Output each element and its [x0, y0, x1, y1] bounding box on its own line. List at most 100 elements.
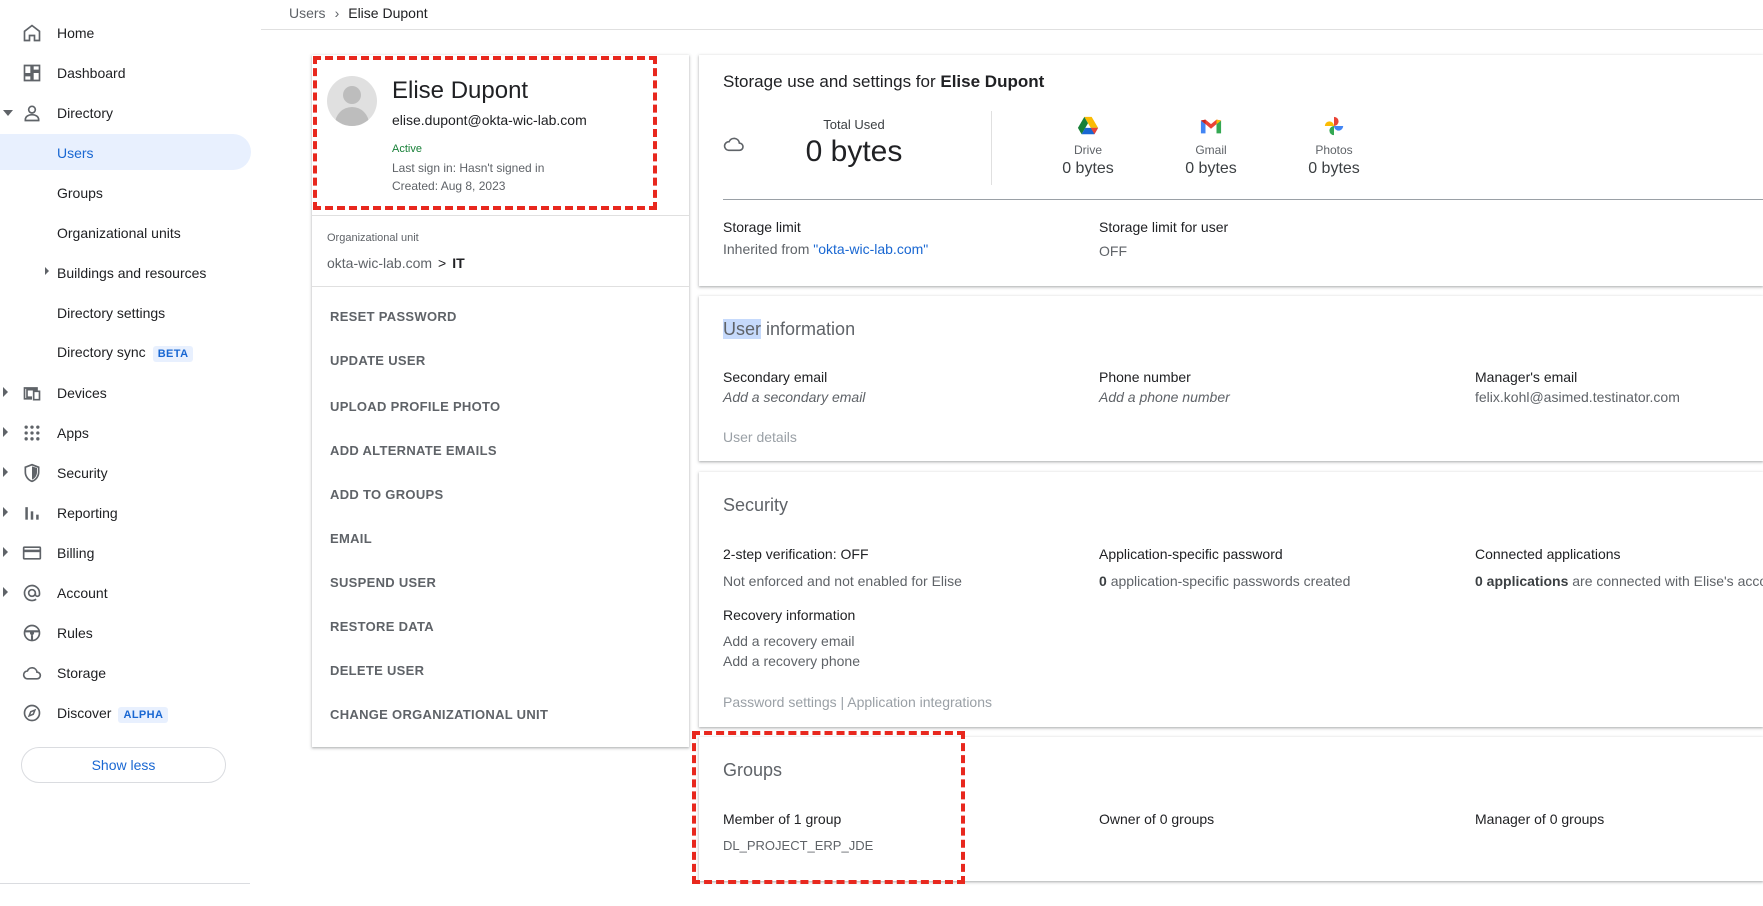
connected-apps-count: 0 applications [1475, 573, 1569, 589]
user-information-card: User information Secondary email Add a s… [699, 296, 1763, 461]
gmail-icon [1200, 119, 1222, 134]
sidebar-item-directory[interactable]: Directory [0, 94, 250, 130]
security-footer-links[interactable]: Password settings | Application integrat… [723, 694, 992, 710]
sidebar-item-label: Rules [57, 625, 93, 641]
sidebar-item-groups[interactable]: Groups [0, 174, 251, 210]
created-date: Created: Aug 8, 2023 [392, 179, 506, 193]
sidebar-item-label: Devices [57, 385, 107, 401]
at-sign-icon [23, 584, 41, 602]
groups-card: Groups Member of 1 group DL_PROJECT_ERP_… [699, 737, 1763, 881]
sidebar-item-rules[interactable]: Rules [0, 614, 250, 650]
gmail-label: Gmail [1195, 143, 1227, 157]
home-icon [23, 24, 41, 42]
group-item[interactable]: DL_PROJECT_ERP_JDE [723, 838, 873, 853]
storage-card: Storage use and settings for Elise Dupon… [699, 55, 1763, 286]
avatar-head-icon [343, 86, 361, 104]
two-step-verification[interactable]: 2-step verification: OFF [723, 546, 869, 562]
email-button[interactable]: EMAIL [330, 525, 670, 553]
sidebar-item-home[interactable]: Home [0, 14, 250, 50]
breadcrumb-users-link[interactable]: Users [289, 5, 326, 21]
beta-badge: BETA [152, 346, 194, 362]
sidebar-item-buildings-and-resources[interactable]: Buildings and resources [0, 254, 251, 290]
divider [312, 286, 689, 287]
title-highlight: User [723, 319, 762, 339]
sidebar-item-dashboard[interactable]: Dashboard [0, 54, 250, 90]
show-less-button[interactable]: Show less [21, 747, 226, 783]
reset-password-button[interactable]: RESET PASSWORD [330, 303, 670, 331]
sidebar-item-discover[interactable]: Discover ALPHA [0, 694, 250, 730]
delete-user-button[interactable]: DELETE USER [330, 657, 670, 685]
ou-path: okta-wic-lab.com > IT [327, 255, 465, 271]
change-organizational-unit-button[interactable]: CHANGE ORGANIZATIONAL UNIT [330, 701, 670, 729]
sidebar-item-security[interactable]: Security [0, 454, 250, 490]
phone-number-field[interactable]: Add a phone number [1099, 389, 1230, 405]
cloud-icon [22, 667, 42, 680]
sidebar-item-devices[interactable]: Devices [0, 374, 250, 410]
chevron-right-icon [3, 467, 8, 477]
shield-icon [24, 463, 40, 483]
total-used-value: 0 bytes [805, 135, 903, 168]
apps-grid-icon [24, 425, 40, 441]
person-icon [24, 105, 40, 122]
sidebar-item-label: Buildings and resources [57, 265, 207, 281]
recovery-info-label: Recovery information [723, 607, 856, 623]
app-password-label: Application-specific password [1099, 546, 1283, 562]
sidebar-item-directory-sync[interactable]: Directory sync BETA [0, 333, 251, 369]
add-recovery-phone[interactable]: Add a recovery phone [723, 653, 860, 669]
photos-label: Photos [1315, 143, 1353, 157]
sidebar-item-billing[interactable]: Billing [0, 534, 250, 570]
storage-title-name: Elise Dupont [940, 72, 1045, 91]
breadcrumb: Users › Elise Dupont [289, 5, 428, 21]
chevron-right-icon: › [334, 5, 340, 21]
ou-separator: > [438, 255, 447, 271]
security-card: Security 2-step verification: OFF Not en… [699, 472, 1763, 727]
sidebar-item-label: Security [57, 465, 108, 481]
sidebar-item-label: Organizational units [57, 225, 181, 241]
ou-label: Organizational unit [327, 232, 419, 244]
inherited-domain-link[interactable]: "okta-wic-lab.com" [813, 241, 928, 257]
storage-limit-inherited: Inherited from "okta-wic-lab.com" [723, 241, 928, 257]
drive-label: Drive [1073, 143, 1102, 157]
divider [312, 215, 689, 216]
sidebar-item-label: Groups [57, 185, 103, 201]
breadcrumb-current: Elise Dupont [348, 5, 428, 21]
sidebar-item-users[interactable]: Users [0, 134, 251, 170]
sidebar-item-label: Directory settings [57, 305, 166, 321]
avatar[interactable] [327, 76, 377, 126]
status-badge: Active [392, 143, 422, 155]
sidebar-divider [0, 883, 250, 884]
add-to-groups-button[interactable]: ADD TO GROUPS [330, 481, 670, 509]
user-storage-limit-value[interactable]: OFF [1099, 243, 1127, 259]
upload-profile-photo-button[interactable]: UPLOAD PROFILE PHOTO [330, 393, 670, 421]
gmail-usage: Gmail 0 bytes [1166, 115, 1256, 178]
add-alternate-emails-button[interactable]: ADD ALTERNATE EMAILS [330, 437, 670, 465]
suspend-user-button[interactable]: SUSPEND USER [330, 569, 670, 597]
manager-email-label: Manager's email [1475, 369, 1578, 385]
sidebar-item-reporting[interactable]: Reporting [0, 494, 250, 530]
secondary-email-label: Secondary email [723, 369, 828, 385]
restore-data-button[interactable]: RESTORE DATA [330, 613, 670, 641]
sidebar-item-label: Billing [57, 545, 95, 561]
sidebar-item-label: Apps [57, 425, 89, 441]
storage-limit-label: Storage limit [723, 219, 801, 235]
chevron-right-icon [3, 547, 8, 557]
ou-root: okta-wic-lab.com [327, 255, 433, 271]
sidebar-item-directory-settings[interactable]: Directory settings [0, 294, 251, 330]
drive-usage: Drive 0 bytes [1043, 115, 1133, 178]
sidebar-item-storage[interactable]: Storage [0, 654, 250, 690]
user-storage-limit-label: Storage limit for user [1099, 219, 1229, 235]
header-divider [261, 29, 1763, 30]
secondary-email-field[interactable]: Add a secondary email [723, 389, 865, 405]
sidebar-item-organizational-units[interactable]: Organizational units [0, 214, 251, 250]
add-recovery-email[interactable]: Add a recovery email [723, 633, 855, 649]
credit-card-icon [22, 546, 42, 560]
update-user-button[interactable]: UPDATE USER [330, 347, 670, 375]
google-drive-icon [1077, 116, 1099, 135]
chevron-right-icon [3, 387, 8, 397]
sidebar-item-apps[interactable]: Apps [0, 414, 250, 450]
user-details-link[interactable]: User details [723, 429, 797, 445]
sidebar-item-account[interactable]: Account [0, 574, 250, 610]
compass-icon [23, 704, 41, 722]
manager-email-value: felix.kohl@asimed.testinator.com [1475, 389, 1680, 405]
app-password-count: 0 [1099, 573, 1107, 589]
